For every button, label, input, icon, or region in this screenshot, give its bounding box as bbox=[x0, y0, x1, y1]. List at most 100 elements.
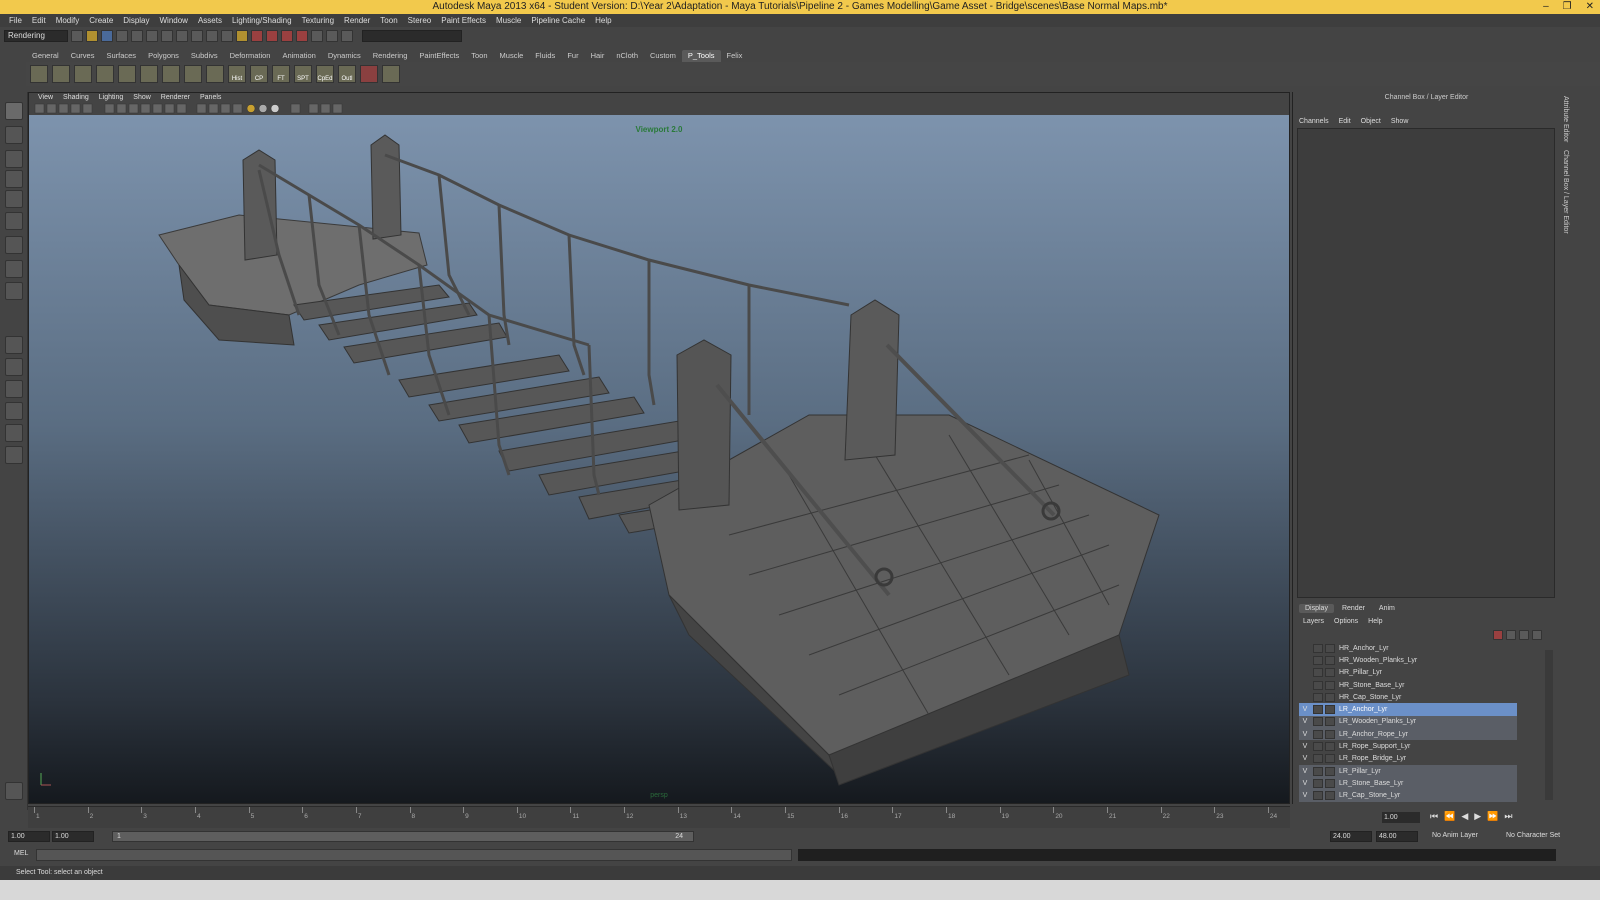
lasso-tool-icon[interactable] bbox=[5, 126, 23, 144]
layer-row[interactable]: V LR_Rope_Support_Lyr bbox=[1299, 740, 1517, 752]
single-perspective-layout-icon[interactable] bbox=[5, 336, 23, 354]
rotate-view-icon[interactable] bbox=[5, 782, 23, 800]
layer-row[interactable]: V LR_Rope_Bridge_Lyr bbox=[1299, 753, 1517, 765]
shelf-spt-button[interactable]: SPT bbox=[294, 65, 312, 83]
layer-row[interactable]: V LR_Anchor_Rope_Lyr bbox=[1299, 728, 1517, 741]
layer-display-type-toggle[interactable] bbox=[1313, 778, 1323, 788]
layer-display-type-toggle[interactable] bbox=[1313, 766, 1323, 776]
menu-display[interactable]: Display bbox=[118, 16, 154, 25]
layer-row[interactable]: HR_Stone_Base_Lyr bbox=[1299, 679, 1517, 691]
shelf-tab-custom[interactable]: Custom bbox=[644, 50, 682, 62]
go-to-start-icon[interactable]: ⏮ bbox=[1430, 811, 1438, 823]
channel-box-area[interactable] bbox=[1297, 128, 1555, 598]
shelf-tool-icon[interactable] bbox=[30, 65, 48, 83]
layer-visibility-toggle[interactable]: V bbox=[1299, 768, 1311, 775]
move-layer-up-icon[interactable] bbox=[1493, 630, 1503, 640]
layer-visibility-toggle[interactable]: V bbox=[1299, 731, 1311, 738]
layer-visibility-toggle[interactable]: V bbox=[1299, 718, 1311, 725]
step-forward-key-icon[interactable]: ⏩ bbox=[1487, 811, 1498, 823]
shelf-outliner-button[interactable]: Outl bbox=[338, 65, 356, 83]
layer-row[interactable]: V LR_Anchor_Lyr bbox=[1299, 703, 1517, 716]
shelf-tool-icon[interactable] bbox=[382, 65, 400, 83]
shelf-tool-icon[interactable] bbox=[184, 65, 202, 83]
paint-select-tool-icon[interactable] bbox=[5, 150, 23, 168]
layer-tab-display[interactable]: Display bbox=[1299, 604, 1334, 613]
shelf-tool-icon[interactable] bbox=[96, 65, 114, 83]
save-scene-icon[interactable] bbox=[101, 30, 113, 42]
history-icon[interactable] bbox=[236, 30, 248, 42]
menu-pipeline-cache[interactable]: Pipeline Cache bbox=[526, 16, 590, 25]
layer-display-type-toggle[interactable] bbox=[1313, 754, 1323, 764]
layer-color-swatch[interactable] bbox=[1325, 778, 1335, 788]
select-hierarchy-icon[interactable] bbox=[116, 30, 128, 42]
quick-select-field[interactable] bbox=[362, 30, 462, 42]
channel-box-menu-channels[interactable]: Channels bbox=[1299, 118, 1329, 125]
shelf-tab-general[interactable]: General bbox=[26, 50, 65, 62]
rotate-tool-icon[interactable] bbox=[5, 190, 23, 208]
menu-texturing[interactable]: Texturing bbox=[297, 16, 339, 25]
layer-tab-render[interactable]: Render bbox=[1336, 604, 1371, 613]
channel-box-menu-show[interactable]: Show bbox=[1391, 118, 1409, 125]
layer-display-type-toggle[interactable] bbox=[1313, 791, 1323, 801]
four-view-layout-icon[interactable] bbox=[5, 358, 23, 376]
shelf-tab-toon[interactable]: Toon bbox=[465, 50, 493, 62]
viewport-menu-show[interactable]: Show bbox=[128, 93, 156, 103]
shelf-tool-icon[interactable] bbox=[52, 65, 70, 83]
layer-display-type-toggle[interactable] bbox=[1313, 643, 1323, 653]
hypershade-layout-icon[interactable] bbox=[5, 424, 23, 442]
viewport-menu-shading[interactable]: Shading bbox=[58, 93, 94, 103]
persp-outliner-layout-icon[interactable] bbox=[5, 380, 23, 398]
playback-range-bar[interactable]: 1 24 bbox=[112, 831, 694, 842]
hypershade-icon[interactable] bbox=[296, 30, 308, 42]
menu-toon[interactable]: Toon bbox=[375, 16, 402, 25]
move-tool-icon[interactable] bbox=[5, 170, 23, 188]
shelf-tool-icon[interactable] bbox=[74, 65, 92, 83]
menu-help[interactable]: Help bbox=[590, 16, 616, 25]
menu-create[interactable]: Create bbox=[84, 16, 118, 25]
persp-uv-layout-icon[interactable] bbox=[5, 446, 23, 464]
shelf-tab-polygons[interactable]: Polygons bbox=[142, 50, 185, 62]
shelf-freeze-transform-button[interactable]: FT bbox=[272, 65, 290, 83]
shelf-tool-icon[interactable] bbox=[118, 65, 136, 83]
menu-assets[interactable]: Assets bbox=[193, 16, 227, 25]
ipr-render-icon[interactable] bbox=[266, 30, 278, 42]
scale-tool-icon[interactable] bbox=[5, 212, 23, 230]
layer-visibility-toggle[interactable]: V bbox=[1299, 780, 1311, 787]
layer-color-swatch[interactable] bbox=[1325, 742, 1335, 752]
shelf-center-pivot-button[interactable]: CP bbox=[250, 65, 268, 83]
close-icon[interactable]: ✕ bbox=[1586, 0, 1594, 14]
layer-display-type-toggle[interactable] bbox=[1313, 668, 1323, 678]
panel-layout-icon[interactable] bbox=[326, 30, 338, 42]
menu-modify[interactable]: Modify bbox=[51, 16, 85, 25]
layer-visibility-toggle[interactable]: V bbox=[1299, 743, 1311, 750]
menu-lighting-shading[interactable]: Lighting/Shading bbox=[227, 16, 297, 25]
layer-color-swatch[interactable] bbox=[1325, 643, 1335, 653]
shelf-tab-deformation[interactable]: Deformation bbox=[224, 50, 277, 62]
open-scene-icon[interactable] bbox=[86, 30, 98, 42]
select-tool-icon[interactable] bbox=[5, 102, 23, 120]
bridge-model[interactable] bbox=[29, 115, 1289, 803]
layer-row[interactable]: V LR_Stone_Base_Lyr bbox=[1299, 777, 1517, 790]
shelf-history-button[interactable]: Hist bbox=[228, 65, 246, 83]
layer-row[interactable]: V LR_Pillar_Lyr bbox=[1299, 764, 1517, 778]
menu-set-dropdown[interactable]: Rendering bbox=[4, 30, 68, 42]
command-language-label[interactable]: MEL bbox=[14, 850, 28, 857]
current-frame-field[interactable]: 1.00 bbox=[1382, 812, 1420, 823]
layer-row[interactable]: HR_Pillar_Lyr bbox=[1299, 667, 1517, 679]
channel-box-layer-editor-tab[interactable]: Channel Box / Layer Editor bbox=[1562, 146, 1569, 238]
layer-color-swatch[interactable] bbox=[1325, 754, 1335, 764]
new-layer-selected-icon[interactable] bbox=[1532, 630, 1542, 640]
new-empty-layer-icon[interactable] bbox=[1519, 630, 1529, 640]
step-back-key-icon[interactable]: ◀ bbox=[1461, 811, 1468, 823]
shelf-tab-hair[interactable]: Hair bbox=[585, 50, 611, 62]
layer-color-swatch[interactable] bbox=[1325, 729, 1335, 739]
viewport-menu-panels[interactable]: Panels bbox=[195, 93, 226, 103]
layer-color-swatch[interactable] bbox=[1325, 668, 1335, 678]
attribute-editor-tab[interactable]: Attribute Editor bbox=[1562, 92, 1569, 146]
layer-display-type-toggle[interactable] bbox=[1313, 692, 1323, 702]
step-back-icon[interactable]: ⏪ bbox=[1444, 811, 1455, 823]
playback-start-field[interactable]: 1.00 bbox=[52, 831, 94, 842]
render-settings-icon[interactable] bbox=[281, 30, 293, 42]
outliner-icon[interactable] bbox=[341, 30, 353, 42]
viewport-menu-renderer[interactable]: Renderer bbox=[156, 93, 195, 103]
